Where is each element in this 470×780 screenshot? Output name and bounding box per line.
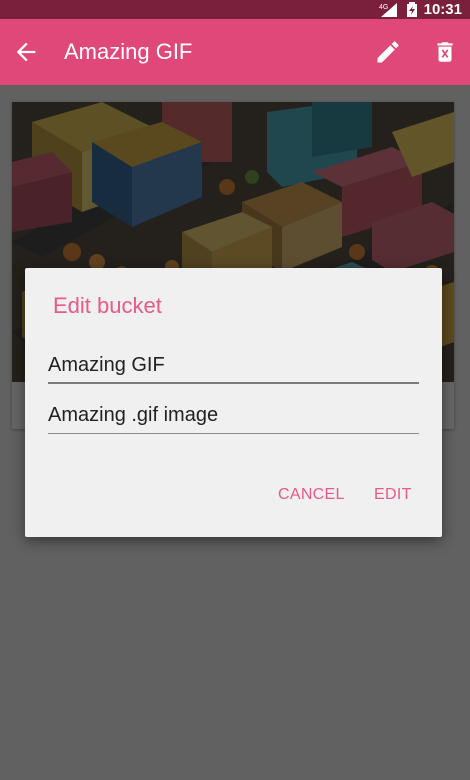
arrow-left-icon[interactable]: [12, 38, 40, 66]
signal-icon: 4G: [379, 2, 397, 17]
network-type-label: 4G: [379, 4, 388, 11]
bucket-description-input[interactable]: [48, 398, 419, 433]
app-bar: Amazing GIF: [0, 19, 470, 85]
status-icons: 4G 10:31: [378, 0, 462, 19]
battery-icon: [406, 1, 417, 17]
cancel-button[interactable]: CANCEL: [278, 486, 345, 504]
trash-icon[interactable]: [432, 38, 458, 66]
pencil-icon[interactable]: [374, 38, 402, 66]
bucket-name-field: [48, 348, 419, 384]
edit-button[interactable]: EDIT: [374, 486, 412, 504]
dialog-title: Edit bucket: [53, 293, 162, 318]
edit-bucket-dialog: Edit bucket CANCEL EDIT: [25, 268, 442, 537]
status-time: 10:31: [423, 1, 462, 18]
bucket-description-field: [48, 398, 419, 434]
bucket-name-input[interactable]: [48, 348, 419, 382]
status-bar: 4G 10:31: [0, 0, 470, 19]
page-title: Amazing GIF: [64, 39, 193, 64]
